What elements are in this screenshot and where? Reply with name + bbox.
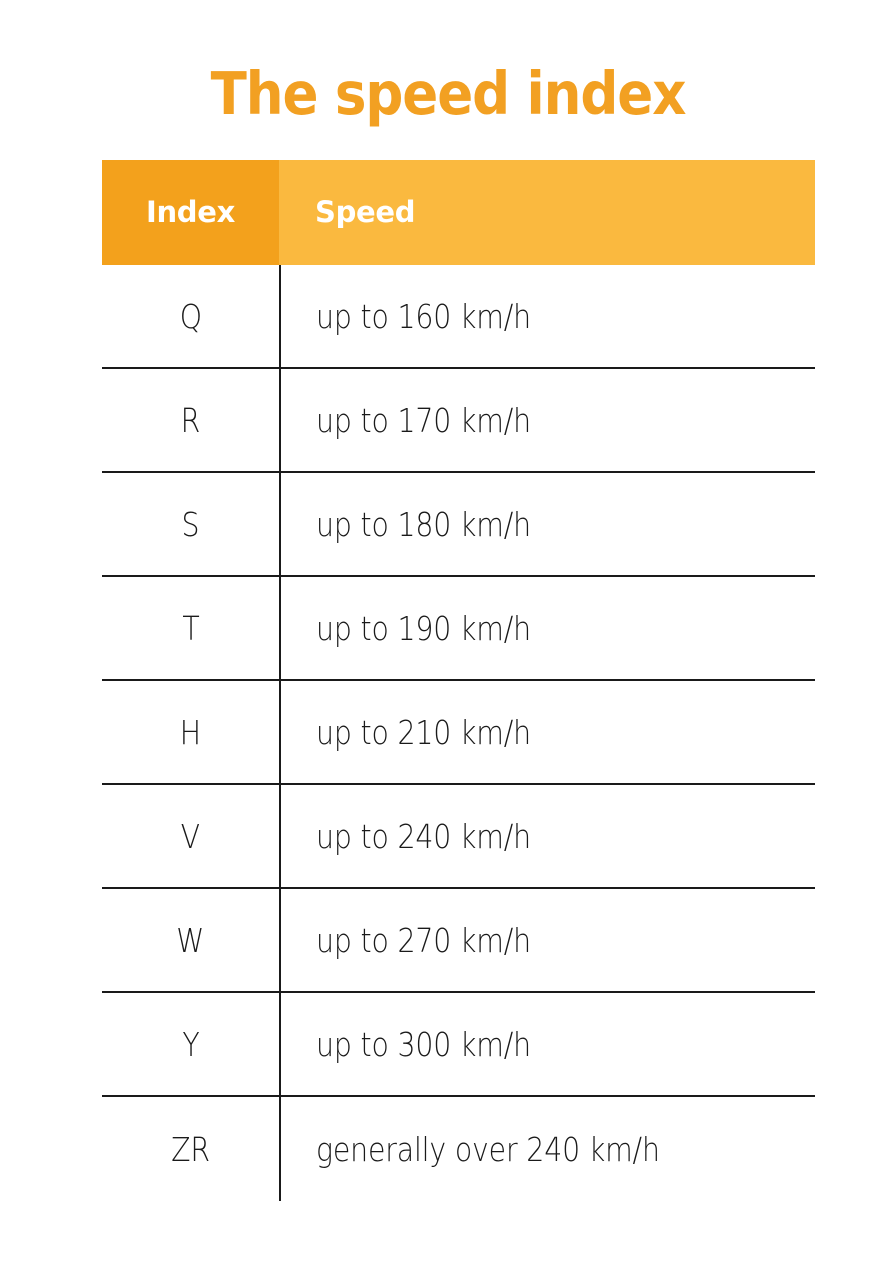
- cell-index: H: [102, 681, 279, 783]
- table-row: W up to 270 km/h: [102, 889, 815, 993]
- cell-speed: up to 190 km/h: [279, 577, 815, 679]
- cell-speed-value: up to 210 km/h: [316, 712, 531, 752]
- cell-index: V: [102, 785, 279, 887]
- table-row: R up to 170 km/h: [102, 369, 815, 473]
- cell-speed: up to 160 km/h: [279, 265, 815, 367]
- column-header-speed: Speed: [279, 160, 815, 265]
- cell-index-value: H: [179, 712, 202, 752]
- speed-index-table: Index Speed Q up to 160 km/h R up to 170…: [102, 160, 815, 1201]
- column-header-index: Index: [102, 160, 279, 265]
- cell-index: S: [102, 473, 279, 575]
- cell-index: R: [102, 369, 279, 471]
- table-row: S up to 180 km/h: [102, 473, 815, 577]
- cell-speed: up to 180 km/h: [279, 473, 815, 575]
- speed-index-infographic: The speed index Index Speed Q up to 160 …: [0, 0, 896, 1280]
- cell-speed-value: generally over 240 km/h: [316, 1129, 660, 1169]
- cell-speed: up to 270 km/h: [279, 889, 815, 991]
- cell-speed: up to 210 km/h: [279, 681, 815, 783]
- cell-speed-value: up to 160 km/h: [316, 296, 531, 336]
- cell-speed-value: up to 300 km/h: [316, 1024, 531, 1064]
- cell-index: Q: [102, 265, 279, 367]
- table-row: H up to 210 km/h: [102, 681, 815, 785]
- cell-index-value: ZR: [171, 1129, 210, 1169]
- cell-speed: generally over 240 km/h: [279, 1097, 815, 1201]
- cell-index: W: [102, 889, 279, 991]
- cell-index-value: T: [181, 608, 200, 648]
- table-row: Q up to 160 km/h: [102, 265, 815, 369]
- column-header-speed-label: Speed: [315, 194, 416, 229]
- cell-index-value: Y: [181, 1024, 200, 1064]
- table-body: Q up to 160 km/h R up to 170 km/h S up t…: [102, 265, 815, 1201]
- column-header-index-label: Index: [145, 194, 236, 229]
- cell-speed-value: up to 240 km/h: [316, 816, 531, 856]
- cell-index-value: R: [180, 400, 201, 440]
- table-row: Y up to 300 km/h: [102, 993, 815, 1097]
- cell-speed-value: up to 180 km/h: [316, 504, 531, 544]
- cell-speed: up to 300 km/h: [279, 993, 815, 1095]
- cell-speed-value: up to 270 km/h: [316, 920, 531, 960]
- page-title: The speed index: [210, 59, 687, 128]
- cell-index: Y: [102, 993, 279, 1095]
- cell-speed-value: up to 190 km/h: [316, 608, 531, 648]
- table-row: V up to 240 km/h: [102, 785, 815, 889]
- cell-speed: up to 170 km/h: [279, 369, 815, 471]
- table-header-row: Index Speed: [102, 160, 815, 265]
- cell-speed-value: up to 170 km/h: [316, 400, 531, 440]
- cell-index: T: [102, 577, 279, 679]
- table-row: ZR generally over 240 km/h: [102, 1097, 815, 1201]
- cell-index: ZR: [102, 1097, 279, 1201]
- cell-index-value: W: [176, 920, 205, 960]
- cell-index-value: S: [181, 504, 200, 544]
- cell-index-value: V: [180, 816, 201, 856]
- table-row: T up to 190 km/h: [102, 577, 815, 681]
- cell-index-value: Q: [179, 296, 202, 336]
- cell-speed: up to 240 km/h: [279, 785, 815, 887]
